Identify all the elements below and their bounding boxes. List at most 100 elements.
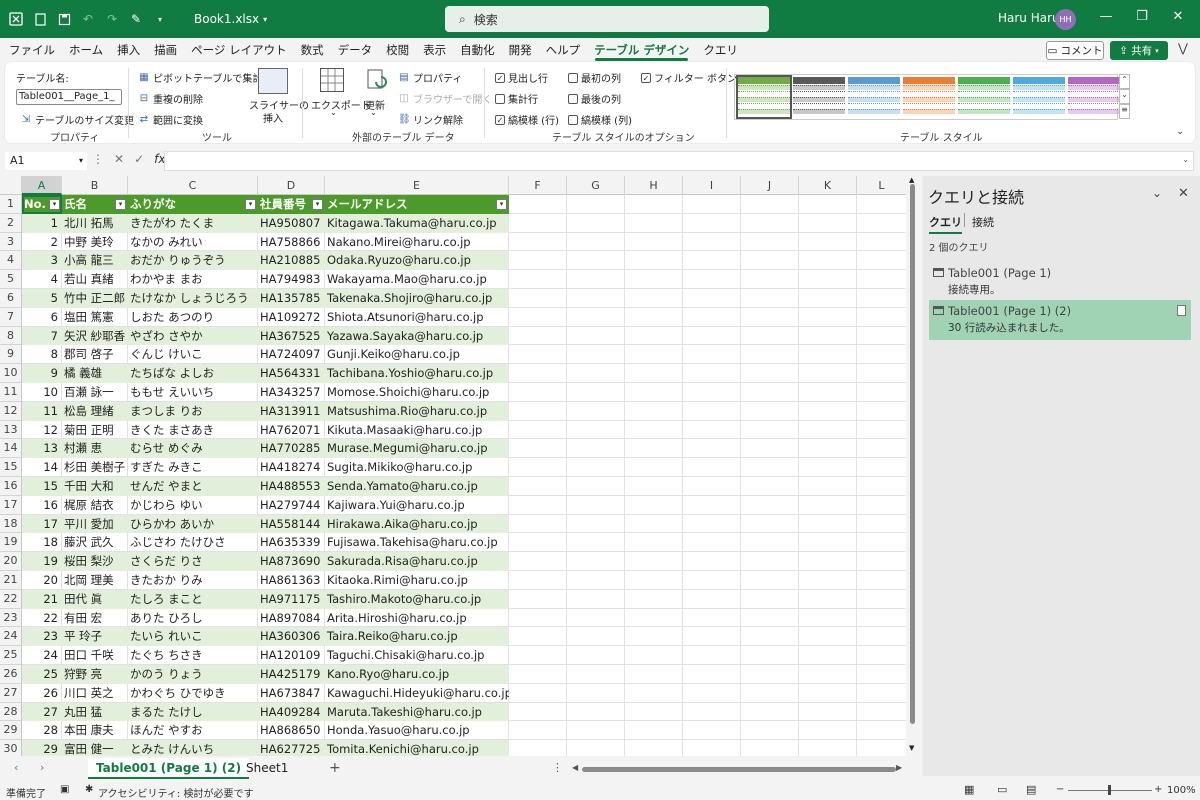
row-header[interactable]: 7 bbox=[0, 307, 22, 327]
table-header-cell[interactable]: 氏名 ▾ bbox=[62, 195, 128, 214]
table-cell[interactable]: Nakano.Mirei@haru.co.jp bbox=[325, 233, 509, 252]
row-header[interactable]: 14 bbox=[0, 439, 22, 459]
table-header-cell[interactable]: 社員番号 ▾ bbox=[258, 195, 325, 214]
row-header[interactable]: 25 bbox=[0, 646, 22, 665]
table-cell[interactable]: しおた あつのり bbox=[128, 308, 258, 327]
table-cell[interactable]: 28 bbox=[22, 721, 62, 740]
table-cell[interactable]: わかやま まお bbox=[128, 270, 258, 289]
table-cell[interactable]: Matsushima.Rio@haru.co.jp bbox=[325, 402, 509, 421]
table-style-swatch[interactable] bbox=[848, 77, 900, 117]
table-cell[interactable]: 7 bbox=[22, 327, 62, 346]
normal-view-icon[interactable]: ▦ bbox=[964, 783, 974, 796]
new-file-icon[interactable] bbox=[32, 11, 48, 27]
filter-button-checkbox[interactable]: ✓ フィルター ボタン bbox=[641, 70, 737, 85]
tab-queries[interactable]: クエリ bbox=[929, 214, 962, 234]
row-header[interactable]: 27 bbox=[0, 683, 22, 703]
table-cell[interactable]: すぎた みきこ bbox=[128, 458, 258, 477]
row-header[interactable]: 1 bbox=[0, 195, 22, 214]
table-cell[interactable]: ぐんじ けいこ bbox=[128, 345, 258, 364]
table-cell[interactable]: 17 bbox=[22, 515, 62, 534]
expand-formula-icon[interactable]: ⌄ bbox=[1182, 155, 1189, 164]
table-cell[interactable]: HA488553 bbox=[258, 477, 325, 496]
table-cell[interactable]: 4 bbox=[22, 270, 62, 289]
table-cell[interactable]: Maruta.Takeshi@haru.co.jp bbox=[325, 703, 509, 722]
table-cell[interactable]: 菊田 正明 bbox=[62, 421, 128, 440]
save-icon[interactable] bbox=[56, 11, 72, 27]
table-cell[interactable]: まつしま りお bbox=[128, 402, 258, 421]
tab-12[interactable]: テーブル デザイン bbox=[587, 38, 696, 62]
table-cell[interactable]: 松島 理緒 bbox=[62, 402, 128, 421]
last-column-checkbox[interactable]: 最後の列 bbox=[568, 91, 621, 106]
filter-dropdown-icon[interactable]: ▾ bbox=[245, 199, 256, 210]
table-cell[interactable]: HA367525 bbox=[258, 327, 325, 346]
table-cell[interactable]: かわぐち ひでゆき bbox=[128, 684, 258, 703]
table-name-input[interactable]: Table001__Page_1_ bbox=[16, 89, 122, 105]
gallery-more-icon[interactable]: ≡ bbox=[1119, 104, 1130, 119]
table-cell[interactable]: Sugita.Mikiko@haru.co.jp bbox=[325, 458, 509, 477]
filter-dropdown-icon[interactable]: ▾ bbox=[115, 199, 126, 210]
row-header[interactable]: 20 bbox=[0, 552, 22, 571]
table-cell[interactable]: 24 bbox=[22, 646, 62, 665]
table-cell[interactable]: きくた まさあき bbox=[128, 421, 258, 440]
worksheet-grid[interactable]: A B C D E F G H I J K L 1 2 3 4 5 6 7 8 9 10 11 12 13 14 15 16 17 18 1… bbox=[0, 176, 906, 756]
table-cell[interactable]: 10 bbox=[22, 383, 62, 402]
table-cell[interactable]: HA971175 bbox=[258, 590, 325, 609]
table-cell[interactable]: Yazawa.Sayaka@haru.co.jp bbox=[325, 327, 509, 346]
redo-icon[interactable]: ↷ bbox=[104, 11, 120, 27]
table-cell[interactable]: 若山 真緒 bbox=[62, 270, 128, 289]
row-header[interactable]: 6 bbox=[0, 289, 22, 308]
scroll-down-icon[interactable]: ▼ bbox=[909, 744, 914, 752]
sheet-tab-sheet1[interactable]: Sheet1 bbox=[238, 758, 296, 779]
table-cell[interactable]: Taira.Reiko@haru.co.jp bbox=[325, 627, 509, 646]
more-dots-icon[interactable]: ⋮ bbox=[92, 152, 104, 166]
zoom-slider-handle[interactable] bbox=[1108, 785, 1111, 795]
table-cell[interactable]: 平川 愛加 bbox=[62, 515, 128, 534]
table-cell[interactable]: 富田 健一 bbox=[62, 740, 128, 756]
name-box[interactable]: A1 ▾ bbox=[5, 152, 87, 170]
table-cell[interactable]: HA794983 bbox=[258, 270, 325, 289]
table-cell[interactable]: なかの みれい bbox=[128, 233, 258, 252]
cancel-icon[interactable]: ✕ bbox=[114, 152, 124, 166]
table-cell[interactable]: 郡司 啓子 bbox=[62, 345, 128, 364]
zoom-out-icon[interactable]: − bbox=[1056, 784, 1064, 795]
table-cell[interactable]: きたおか りみ bbox=[128, 571, 258, 590]
column-header[interactable]: H bbox=[625, 176, 683, 195]
tab-5[interactable]: 数式 bbox=[294, 38, 331, 62]
table-cell[interactable]: Tashiro.Makoto@haru.co.jp bbox=[325, 590, 509, 609]
table-cell[interactable]: HA343257 bbox=[258, 383, 325, 402]
table-cell[interactable]: かのう りょう bbox=[128, 665, 258, 684]
file-name[interactable]: Book1.xlsx bbox=[194, 12, 259, 26]
table-cell[interactable]: Arita.Hiroshi@haru.co.jp bbox=[325, 609, 509, 628]
column-header[interactable]: J bbox=[741, 176, 799, 195]
table-cell[interactable]: 26 bbox=[22, 684, 62, 703]
table-cell[interactable]: HA861363 bbox=[258, 571, 325, 590]
table-cell[interactable]: とみた けんいち bbox=[128, 740, 258, 756]
table-cell[interactable]: HA873690 bbox=[258, 552, 325, 571]
scroll-up-icon[interactable]: ▲ bbox=[909, 176, 914, 184]
query-item-selected[interactable]: Table001 (Page 1) (2) 30 行読み込まれました。 bbox=[929, 300, 1191, 340]
table-cell[interactable]: 村瀬 恵 bbox=[62, 439, 128, 458]
chevron-down-icon[interactable]: ▾ bbox=[79, 152, 83, 170]
table-cell[interactable]: 3 bbox=[22, 251, 62, 270]
column-header[interactable]: D bbox=[258, 176, 325, 195]
table-cell[interactable]: 田口 千咲 bbox=[62, 646, 128, 665]
table-cell[interactable]: 13 bbox=[22, 439, 62, 458]
table-cell[interactable]: HA558144 bbox=[258, 515, 325, 534]
table-cell[interactable]: 百瀬 詠一 bbox=[62, 383, 128, 402]
table-cell[interactable]: Momose.Shoichi@haru.co.jp bbox=[325, 383, 509, 402]
table-cell[interactable]: 狩野 亮 bbox=[62, 665, 128, 684]
row-header[interactable]: 5 bbox=[0, 270, 22, 289]
refresh-icon[interactable] bbox=[366, 68, 388, 92]
column-header[interactable]: B bbox=[62, 176, 128, 195]
restore-icon[interactable]: ❐ bbox=[1132, 9, 1152, 29]
table-cell[interactable]: HA109272 bbox=[258, 308, 325, 327]
table-cell[interactable]: HA724097 bbox=[258, 345, 325, 364]
table-cell[interactable]: HA425179 bbox=[258, 665, 325, 684]
tab-9[interactable]: 自動化 bbox=[453, 38, 502, 62]
add-sheet-icon[interactable]: + bbox=[329, 760, 341, 776]
table-cell[interactable]: HA758866 bbox=[258, 233, 325, 252]
table-cell[interactable]: たちばな よしお bbox=[128, 364, 258, 383]
table-cell[interactable]: HA313911 bbox=[258, 402, 325, 421]
table-cell[interactable]: Tachibana.Yoshio@haru.co.jp bbox=[325, 364, 509, 383]
row-header[interactable]: 29 bbox=[0, 721, 22, 741]
